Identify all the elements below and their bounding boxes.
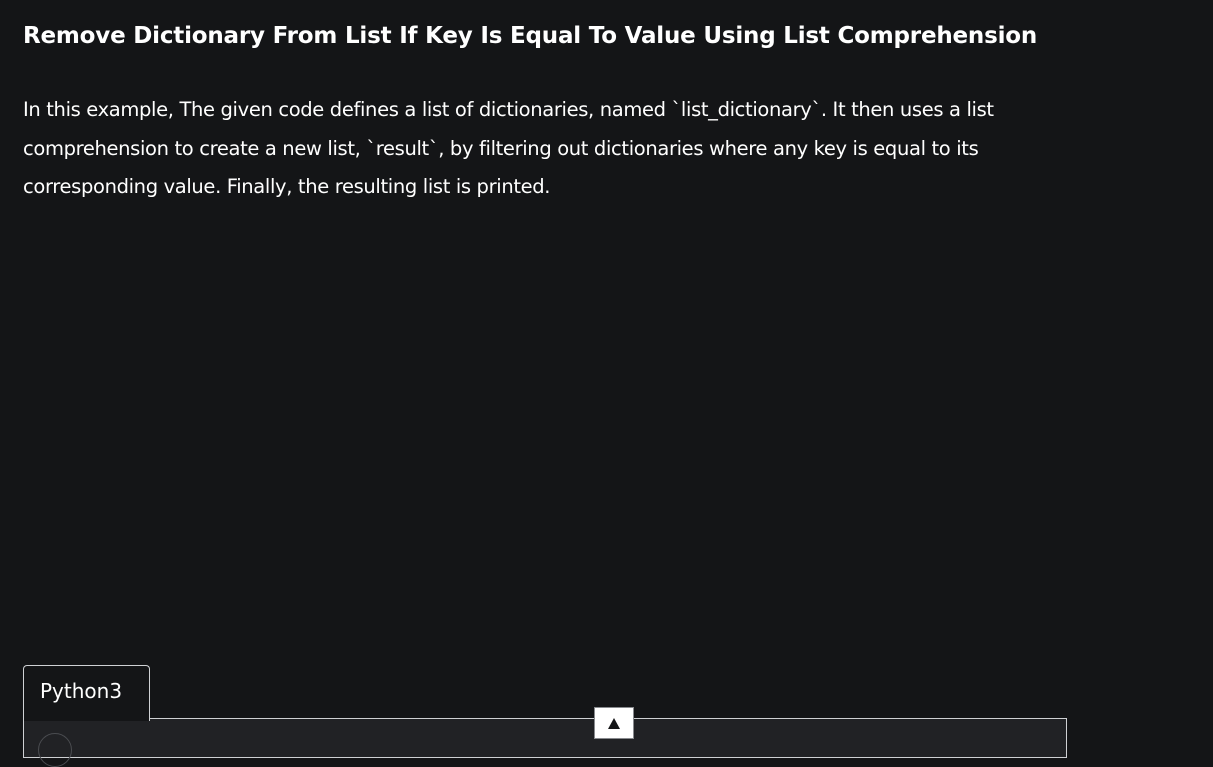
run-button-outline[interactable] (38, 733, 72, 767)
arrow-up-icon (608, 718, 620, 729)
language-tab-python3[interactable]: Python3 (23, 665, 150, 721)
code-editor-panel (23, 718, 1067, 767)
language-tab-label: Python3 (40, 679, 123, 703)
description-paragraph: In this example, The given code defines … (23, 98, 994, 198)
article-section: Remove Dictionary From List If Key Is Eq… (23, 0, 1073, 207)
scroll-to-top-button[interactable] (594, 707, 634, 739)
section-heading: Remove Dictionary From List If Key Is Eq… (23, 23, 1038, 49)
